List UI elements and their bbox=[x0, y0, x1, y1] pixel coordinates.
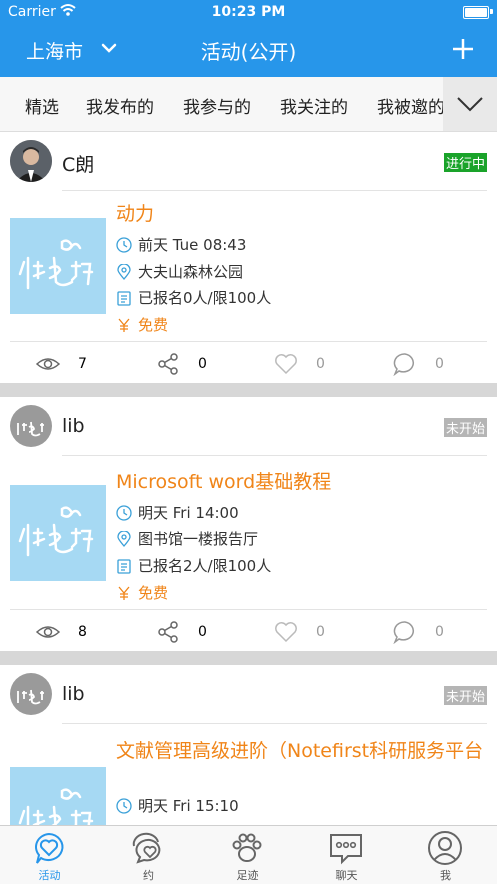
tab-following[interactable]: 我关注的 bbox=[280, 93, 348, 118]
paw-icon bbox=[232, 833, 262, 862]
shares-count: 0 bbox=[198, 356, 207, 372]
status-badge: 未开始 bbox=[443, 686, 487, 705]
clock-icon bbox=[116, 798, 132, 814]
tabbar-footprints[interactable]: 足迹 bbox=[198, 826, 297, 884]
location-icon bbox=[117, 531, 131, 547]
comments-count: 0 bbox=[435, 356, 444, 372]
tab-published[interactable]: 我发布的 bbox=[86, 93, 154, 118]
app-logo-icon bbox=[18, 239, 94, 290]
activity-stats: 7 0 0 0 bbox=[10, 341, 487, 386]
likes-count: 0 bbox=[316, 624, 325, 640]
tabbar-label: 活动 bbox=[38, 869, 61, 882]
message-icon bbox=[330, 834, 362, 865]
activity-title[interactable]: 文献管理高级进阶（Notefirst科研服务平台 bbox=[116, 739, 487, 763]
tabbar-label: 我 bbox=[440, 869, 451, 882]
page-title: 活动(公开) bbox=[200, 40, 297, 64]
avatar[interactable] bbox=[10, 140, 52, 182]
nav-bar: 上海市 活动(公开) bbox=[0, 25, 497, 77]
activity-title[interactable]: Microsoft word基础教程 bbox=[116, 470, 487, 494]
share-icon bbox=[158, 353, 178, 375]
avatar[interactable] bbox=[10, 673, 52, 715]
activity-thumbnail[interactable] bbox=[10, 485, 106, 581]
clock: 10:23 PM bbox=[211, 4, 286, 20]
clock-icon bbox=[116, 237, 132, 253]
activity-thumbnail[interactable] bbox=[10, 767, 106, 825]
chat-heart-icon bbox=[132, 832, 161, 864]
signup-icon bbox=[117, 291, 131, 306]
activity-card[interactable]: C朗 进行中 动力 前天 Tue 08:43 大夫山森林公园 已报名0人/限10… bbox=[0, 132, 497, 383]
eye-icon bbox=[36, 358, 60, 370]
tabbar-me[interactable]: 我 bbox=[396, 826, 495, 884]
activity-time: 明天 Fri 15:10 bbox=[138, 797, 239, 815]
activity-place: 大夫山森林公园 bbox=[138, 263, 244, 281]
eye-icon bbox=[36, 626, 60, 638]
heart-icon bbox=[275, 622, 297, 643]
status-badge: 进行中 bbox=[443, 153, 487, 172]
likes-count: 0 bbox=[316, 356, 325, 372]
activity-card[interactable]: lib 未开始 文献管理高级进阶（Notefirst科研服务平台 明天 Fri … bbox=[0, 665, 497, 825]
battery-icon bbox=[463, 6, 489, 19]
activity-time: 明天 Fri 14:00 bbox=[138, 504, 239, 522]
tab-joined[interactable]: 我参与的 bbox=[183, 93, 251, 118]
app-logo-icon bbox=[18, 506, 94, 557]
tabbar-label: 聊天 bbox=[335, 869, 358, 882]
activity-title[interactable]: 动力 bbox=[116, 202, 487, 226]
heart-bubble-icon bbox=[35, 832, 64, 864]
tabbar-dates[interactable]: 约 bbox=[99, 826, 198, 884]
clock-icon bbox=[116, 505, 132, 521]
activity-signup: 已报名2人/限100人 bbox=[138, 557, 272, 575]
tabbar-label: 约 bbox=[143, 869, 154, 882]
activity-signup: 已报名0人/限100人 bbox=[138, 289, 272, 307]
status-badge: 未开始 bbox=[443, 418, 487, 437]
add-activity-button[interactable] bbox=[451, 37, 475, 65]
share-icon bbox=[158, 621, 178, 643]
activity-card[interactable]: lib 未开始 Microsoft word基础教程 明天 Fri 14:00 … bbox=[0, 397, 497, 651]
user-name[interactable]: lib bbox=[62, 683, 85, 705]
app-logo-icon bbox=[18, 788, 94, 825]
tab-featured[interactable]: 精选 bbox=[25, 93, 59, 118]
activity-price: 免费 bbox=[138, 316, 169, 334]
views-count: 8 bbox=[78, 624, 87, 640]
tabbar-chat[interactable]: 聊天 bbox=[297, 826, 396, 884]
avatar[interactable] bbox=[10, 405, 52, 447]
tab-bar: 活动 约 足迹 聊天 我 bbox=[0, 825, 497, 884]
status-bar: Carrier 10:23 PM bbox=[0, 0, 497, 25]
heart-icon bbox=[275, 354, 297, 375]
comment-icon bbox=[393, 353, 414, 376]
tab-invited[interactable]: 我被邀的 bbox=[377, 93, 445, 118]
activity-thumbnail[interactable] bbox=[10, 218, 106, 314]
tabs-expand-button[interactable] bbox=[443, 77, 497, 131]
price-icon bbox=[118, 318, 130, 332]
comment-icon bbox=[393, 621, 414, 644]
activity-stats: 8 0 0 0 bbox=[10, 609, 487, 654]
comments-count: 0 bbox=[435, 624, 444, 640]
location-icon bbox=[117, 264, 131, 280]
user-name[interactable]: lib bbox=[62, 415, 85, 437]
signup-icon bbox=[117, 559, 131, 574]
views-count: 7 bbox=[78, 356, 87, 372]
shares-count: 0 bbox=[198, 624, 207, 640]
user-name[interactable]: C朗 bbox=[62, 150, 94, 177]
tabbar-label: 足迹 bbox=[236, 869, 259, 882]
activity-price: 免费 bbox=[138, 584, 169, 602]
user-icon bbox=[428, 831, 462, 865]
filter-tabs: 精选 我发布的 我参与的 我关注的 我被邀的 bbox=[0, 77, 497, 132]
activity-place: 图书馆一楼报告厅 bbox=[138, 530, 259, 548]
tabbar-activities[interactable]: 活动 bbox=[0, 826, 99, 884]
activity-time: 前天 Tue 08:43 bbox=[138, 236, 247, 254]
price-icon bbox=[118, 586, 130, 600]
